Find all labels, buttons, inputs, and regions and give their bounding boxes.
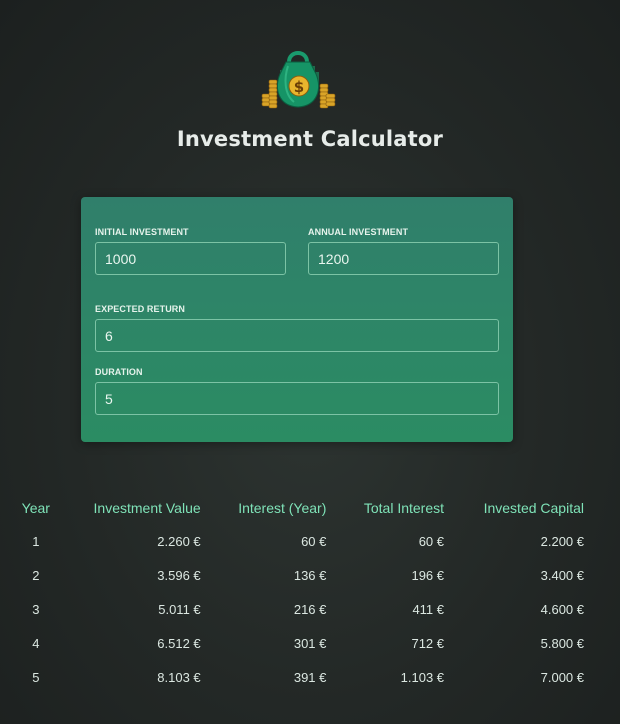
column-header-year: Year <box>21 500 50 516</box>
interest-year-cell: 301 € <box>293 635 327 651</box>
svg-text:$: $ <box>294 78 304 96</box>
annual-investment-label: Annual Investment <box>308 227 409 237</box>
page-title: Investment Calculator <box>176 127 444 151</box>
money-bag-icon: $ <box>261 51 336 109</box>
investment-value-cell: 5.011 € <box>158 601 201 617</box>
invested-capital-cell: 4.600 € <box>540 601 584 617</box>
input-panel: Initial Investment Annual Investment Exp… <box>81 197 513 442</box>
initial-investment-field: Initial Investment <box>95 226 286 275</box>
invested-capital-cell: 5.800 € <box>540 635 584 651</box>
annual-investment-field: Annual Investment <box>308 226 499 275</box>
duration-input[interactable] <box>95 382 499 415</box>
column-header-interest-year: Interest (Year) <box>238 500 327 516</box>
table-row: 5 8.103 € 391 € 1.103 € 7.000 € <box>12 660 588 694</box>
column-header-invested-capital: Invested Capital <box>483 500 584 516</box>
year-cell: 4 <box>32 635 40 651</box>
interest-year-cell: 136 € <box>293 567 327 583</box>
invested-capital-cell: 3.400 € <box>540 567 584 583</box>
invested-capital-cell: 2.200 € <box>540 533 584 549</box>
investment-value-cell: 2.260 € <box>157 533 201 549</box>
duration-label: Duration <box>95 367 143 377</box>
year-cell: 2 <box>32 567 40 583</box>
results-table: Year Investment Value Interest (Year) To… <box>12 492 588 694</box>
expected-return-input[interactable] <box>95 319 499 352</box>
table-row: 3 5.011 € 216 € 411 € 4.600 € <box>12 592 588 626</box>
investment-value-cell: 6.512 € <box>157 635 201 651</box>
initial-investment-label: Initial Investment <box>95 227 189 237</box>
year-cell: 5 <box>32 669 40 685</box>
total-interest-cell: 196 € <box>411 567 445 583</box>
expected-return-label: Expected Return <box>95 304 186 314</box>
total-interest-cell: 411 € <box>412 601 445 617</box>
total-interest-cell: 712 € <box>411 635 445 651</box>
expected-return-field: Expected Return <box>95 303 499 352</box>
year-cell: 1 <box>32 533 40 549</box>
column-header-total-interest: Total Interest <box>363 500 445 516</box>
table-row: 4 6.512 € 301 € 712 € 5.800 € <box>12 626 588 660</box>
investment-value-cell: 8.103 € <box>157 669 201 685</box>
investment-value-cell: 3.596 € <box>157 567 201 583</box>
table-row: 2 3.596 € 136 € 196 € 3.400 € <box>12 558 588 592</box>
header: $ Investment Calculator <box>0 0 620 170</box>
total-interest-cell: 60 € <box>418 533 445 549</box>
invested-capital-cell: 7.000 € <box>540 669 584 685</box>
total-interest-cell: 1.103 € <box>400 669 445 685</box>
column-header-investment-value: Investment Value <box>93 500 201 516</box>
interest-year-cell: 60 € <box>301 533 327 549</box>
interest-year-cell: 391 € <box>293 669 327 685</box>
interest-year-cell: 216 € <box>293 601 327 617</box>
year-cell: 3 <box>32 601 40 617</box>
results-header-row: Year Investment Value Interest (Year) To… <box>12 492 588 524</box>
duration-field: Duration <box>95 366 499 415</box>
annual-investment-input[interactable] <box>308 242 499 275</box>
table-row: 1 2.260 € 60 € 60 € 2.200 € <box>12 524 588 558</box>
initial-investment-input[interactable] <box>95 242 286 275</box>
